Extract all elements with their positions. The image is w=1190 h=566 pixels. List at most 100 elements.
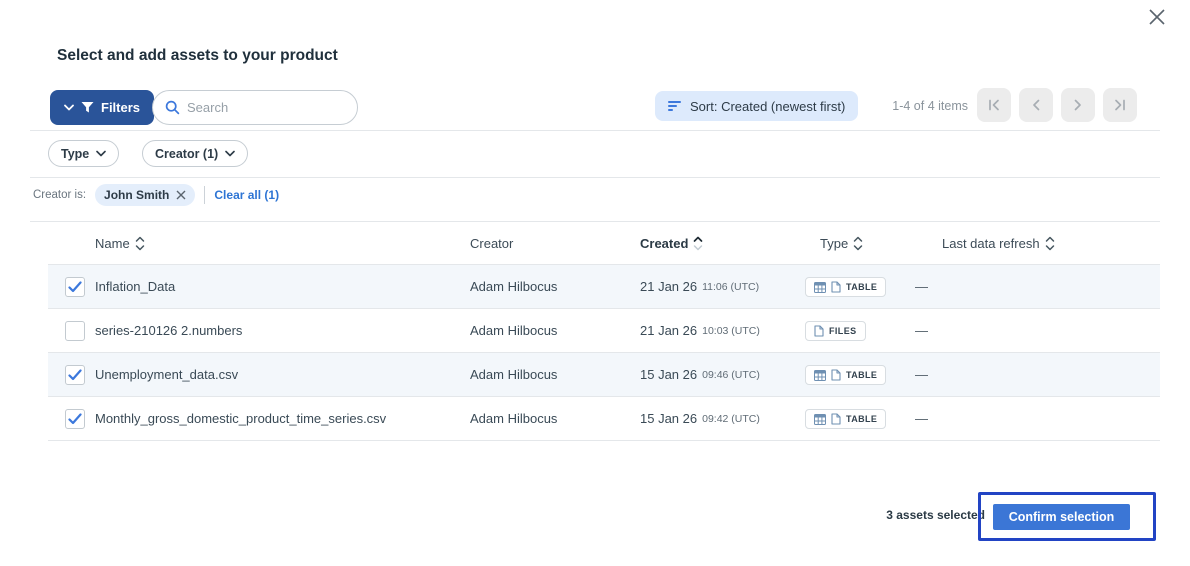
- last-page-icon: [1113, 98, 1127, 112]
- asset-created: 15 Jan 26 09:42 (UTC): [640, 397, 760, 441]
- column-header-type[interactable]: Type: [820, 222, 863, 265]
- clear-all-link[interactable]: Clear all (1): [214, 188, 279, 202]
- row-checkbox[interactable]: [65, 365, 85, 385]
- close-icon: [1147, 7, 1167, 27]
- column-header-name[interactable]: Name: [95, 222, 145, 265]
- checkmark-icon: [68, 413, 82, 425]
- row-checkbox[interactable]: [65, 277, 85, 297]
- pills-divider: [30, 177, 1160, 178]
- asset-created: 15 Jan 26 09:46 (UTC): [640, 353, 760, 397]
- sort-arrows-icon: [1045, 236, 1055, 251]
- prev-page-button[interactable]: [1019, 88, 1053, 122]
- column-header-creator-label: Creator: [470, 236, 513, 251]
- creator-filter-label: Creator (1): [155, 147, 218, 161]
- column-header-type-label: Type: [820, 236, 848, 251]
- asset-type-label: TABLE: [846, 282, 877, 292]
- files-icon: [831, 281, 841, 293]
- selected-count: 3 assets selected: [810, 508, 985, 522]
- confirm-selection-button[interactable]: Confirm selection: [993, 504, 1130, 530]
- sort-button-label: Sort: Created (newest first): [690, 99, 845, 114]
- chevron-down-icon: [64, 104, 74, 111]
- asset-type-label: FILES: [829, 326, 857, 336]
- first-page-icon: [987, 98, 1001, 112]
- column-header-last-data-refresh[interactable]: Last data refresh: [942, 222, 1055, 265]
- table-row[interactable]: Inflation_Data Adam Hilbocus 21 Jan 26 1…: [48, 265, 1160, 309]
- filters-button[interactable]: Filters: [50, 90, 154, 125]
- sort-button[interactable]: Sort: Created (newest first): [655, 91, 858, 121]
- files-icon: [831, 413, 841, 425]
- asset-last-refresh: —: [915, 353, 928, 397]
- table-row[interactable]: series-210126 2.numbers Adam Hilbocus 21…: [48, 309, 1160, 353]
- applied-filters-separator: [204, 186, 205, 204]
- sort-arrows-icon: [853, 236, 863, 251]
- column-header-name-label: Name: [95, 236, 130, 251]
- applied-filter-chip[interactable]: John Smith: [95, 184, 195, 206]
- sort-arrows-icon: [693, 236, 703, 251]
- asset-selection-modal: Select and add assets to your product Fi…: [0, 0, 1190, 566]
- last-page-button[interactable]: [1103, 88, 1137, 122]
- checkmark-icon: [68, 281, 82, 293]
- created-date: 21 Jan 26: [640, 309, 697, 353]
- applied-filters-bar: Creator is: John Smith Clear all (1): [33, 183, 279, 207]
- created-time: 09:46 (UTC): [702, 353, 760, 397]
- asset-name: Monthly_gross_domestic_product_time_seri…: [95, 397, 386, 441]
- filter-icon: [81, 101, 94, 114]
- first-page-button[interactable]: [977, 88, 1011, 122]
- created-date: 15 Jan 26: [640, 397, 697, 441]
- remove-icon[interactable]: [176, 190, 186, 200]
- sort-icon: [668, 100, 682, 112]
- creator-filter-dropdown[interactable]: Creator (1): [142, 140, 248, 167]
- asset-type-badge: TABLE: [805, 365, 886, 385]
- next-page-button[interactable]: [1061, 88, 1095, 122]
- column-header-created[interactable]: Created: [640, 222, 703, 265]
- column-header-created-label: Created: [640, 236, 688, 251]
- asset-name: Unemployment_data.csv: [95, 353, 238, 397]
- toolbar-divider: [30, 130, 1160, 131]
- page-title: Select and add assets to your product: [57, 47, 338, 65]
- table-icon: [814, 414, 826, 425]
- table-row[interactable]: Unemployment_data.csv Adam Hilbocus 15 J…: [48, 353, 1160, 397]
- next-page-icon: [1071, 98, 1085, 112]
- search-icon: [165, 100, 180, 115]
- search-input[interactable]: [187, 100, 345, 115]
- type-filter-dropdown[interactable]: Type: [48, 140, 119, 167]
- row-checkbox[interactable]: [65, 321, 85, 341]
- created-time: 10:03 (UTC): [702, 309, 760, 353]
- table-icon: [814, 282, 826, 293]
- created-date: 21 Jan 26: [640, 265, 697, 309]
- column-header-creator: Creator: [470, 222, 513, 265]
- asset-last-refresh: —: [915, 397, 928, 441]
- filters-button-label: Filters: [101, 100, 140, 115]
- column-header-last-refresh-label: Last data refresh: [942, 236, 1040, 251]
- checkmark-icon: [68, 369, 82, 381]
- asset-created: 21 Jan 26 10:03 (UTC): [640, 309, 760, 353]
- asset-type-badge: TABLE: [805, 409, 886, 429]
- asset-created: 21 Jan 26 11:06 (UTC): [640, 265, 759, 309]
- asset-table: Inflation_Data Adam Hilbocus 21 Jan 26 1…: [48, 265, 1160, 441]
- table-header: Name Creator Created Type Last data refr…: [48, 222, 1160, 265]
- asset-last-refresh: —: [915, 265, 928, 309]
- asset-type-label: TABLE: [846, 370, 877, 380]
- asset-creator: Adam Hilbocus: [470, 309, 557, 353]
- close-button[interactable]: [1144, 4, 1170, 30]
- pagination-controls: [977, 88, 1137, 122]
- asset-type-label: TABLE: [846, 414, 877, 424]
- created-date: 15 Jan 26: [640, 353, 697, 397]
- asset-creator: Adam Hilbocus: [470, 353, 557, 397]
- applied-filter-value: John Smith: [104, 188, 169, 202]
- asset-last-refresh: —: [915, 309, 928, 353]
- asset-name: series-210126 2.numbers: [95, 309, 242, 353]
- chevron-down-icon: [96, 150, 106, 157]
- asset-name: Inflation_Data: [95, 265, 175, 309]
- table-row[interactable]: Monthly_gross_domestic_product_time_seri…: [48, 397, 1160, 441]
- asset-type-badge: TABLE: [805, 277, 886, 297]
- pagination-range: 1-4 of 4 items: [856, 99, 968, 113]
- asset-creator: Adam Hilbocus: [470, 265, 557, 309]
- sort-arrows-icon: [135, 236, 145, 251]
- table-icon: [814, 370, 826, 381]
- row-checkbox[interactable]: [65, 409, 85, 429]
- search-field: [152, 90, 358, 125]
- files-icon: [814, 325, 824, 337]
- applied-filter-prefix: Creator is:: [33, 189, 86, 201]
- chevron-down-icon: [225, 150, 235, 157]
